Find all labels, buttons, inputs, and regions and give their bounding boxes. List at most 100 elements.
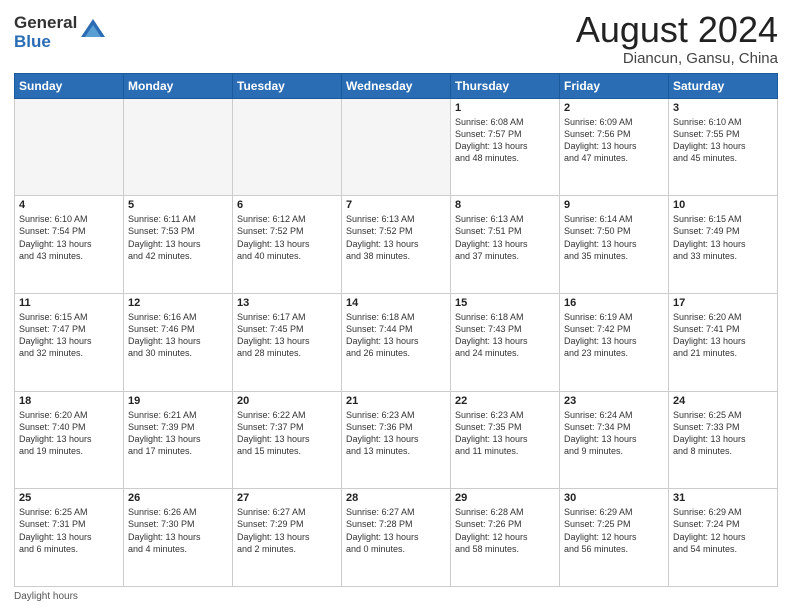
day-info: Sunrise: 6:14 AM Sunset: 7:50 PM Dayligh…: [564, 213, 664, 262]
day-number: 9: [564, 199, 664, 211]
calendar-week-row: 11Sunrise: 6:15 AM Sunset: 7:47 PM Dayli…: [15, 293, 778, 391]
calendar-cell: 14 Sunrise: 6:18 AM Sunset: 7:44 PM Dayli…: [342, 293, 451, 391]
day-number: 30: [564, 492, 664, 504]
day-info: Sunrise: 6:20 AM Sunset: 7:40 PM Dayligh…: [19, 409, 119, 458]
day-info: Sunrise: 6:25 AM Sunset: 7:33 PM Dayligh…: [673, 409, 773, 458]
calendar-cell: 15Sunrise: 6:18 AM Sunset: 7:43 PM Dayli…: [451, 293, 560, 391]
day-info: Sunrise: 6:16 AM Sunset: 7:46 PM Dayligh…: [128, 311, 228, 360]
day-info: Sunrise: 6:18 AM Sunset: 7:43 PM Dayligh…: [455, 311, 555, 360]
day-info: Sunrise: 6:11 AM Sunset: 7:53 PM Dayligh…: [128, 213, 228, 262]
calendar-cell: 20Sunrise: 6:22 AM Sunset: 7:37 PM Dayli…: [233, 391, 342, 489]
day-info: Sunrise: 6:08 AM Sunset: 7:57 PM Dayligh…: [455, 116, 555, 165]
day-info: Sunrise: 6:17 AM Sunset: 7:45 PM Dayligh…: [237, 311, 337, 360]
day-number: 12: [128, 297, 228, 309]
day-info: Sunrise: 6:27 AM Sunset: 7:29 PM Dayligh…: [237, 506, 337, 555]
day-number: 29: [455, 492, 555, 504]
calendar-cell: 23Sunrise: 6:24 AM Sunset: 7:34 PM Dayli…: [560, 391, 669, 489]
day-number: 5: [128, 199, 228, 211]
day-info: Sunrise: 6:19 AM Sunset: 7:42 PM Dayligh…: [564, 311, 664, 360]
day-info: Sunrise: 6:26 AM Sunset: 7:30 PM Dayligh…: [128, 506, 228, 555]
day-info: Sunrise: 6:27 AM Sunset: 7:28 PM Dayligh…: [346, 506, 446, 555]
calendar-cell: [15, 98, 124, 196]
day-number: 21: [346, 395, 446, 407]
day-info: Sunrise: 6:13 AM Sunset: 7:51 PM Dayligh…: [455, 213, 555, 262]
calendar-cell: 8 Sunrise: 6:13 AM Sunset: 7:51 PM Daylig…: [451, 196, 560, 294]
calendar-cell: 28 Sunrise: 6:27 AM Sunset: 7:28 PM Dayli…: [342, 489, 451, 587]
calendar-cell: 6Sunrise: 6:12 AM Sunset: 7:52 PM Daylig…: [233, 196, 342, 294]
day-number: 3: [673, 102, 773, 114]
calendar-cell: [342, 98, 451, 196]
calendar-table: SundayMondayTuesdayWednesdayThursdayFrid…: [14, 73, 778, 587]
day-number: 25: [19, 492, 119, 504]
day-info: Sunrise: 6:21 AM Sunset: 7:39 PM Dayligh…: [128, 409, 228, 458]
day-number: 27: [237, 492, 337, 504]
calendar-cell: 30 Sunrise: 6:29 AM Sunset: 7:25 PM Dayli…: [560, 489, 669, 587]
day-number: 18: [19, 395, 119, 407]
calendar-cell: 18 Sunrise: 6:20 AM Sunset: 7:40 PM Dayli…: [15, 391, 124, 489]
calendar-cell: 1 Sunrise: 6:08 AM Sunset: 7:57 PM Daylig…: [451, 98, 560, 196]
day-number: 14: [346, 297, 446, 309]
day-number: 26: [128, 492, 228, 504]
day-number: 8: [455, 199, 555, 211]
calendar-week-row: 4 Sunrise: 6:10 AM Sunset: 7:54 PM Daylig…: [15, 196, 778, 294]
day-number: 4: [19, 199, 119, 211]
day-info: Sunrise: 6:23 AM Sunset: 7:36 PM Dayligh…: [346, 409, 446, 458]
logo: General Blue: [14, 14, 107, 51]
day-number: 22: [455, 395, 555, 407]
day-number: 6: [237, 199, 337, 211]
day-number: 31: [673, 492, 773, 504]
calendar-cell: 16 Sunrise: 6:19 AM Sunset: 7:42 PM Dayli…: [560, 293, 669, 391]
day-number: 20: [237, 395, 337, 407]
calendar-cell: 21 Sunrise: 6:23 AM Sunset: 7:36 PM Dayli…: [342, 391, 451, 489]
calendar-cell: 9 Sunrise: 6:14 AM Sunset: 7:50 PM Daylig…: [560, 196, 669, 294]
calendar-cell: 25Sunrise: 6:25 AM Sunset: 7:31 PM Dayli…: [15, 489, 124, 587]
calendar-cell: 31Sunrise: 6:29 AM Sunset: 7:24 PM Dayli…: [669, 489, 778, 587]
calendar-cell: 22 Sunrise: 6:23 AM Sunset: 7:35 PM Dayli…: [451, 391, 560, 489]
calendar-week-row: 18 Sunrise: 6:20 AM Sunset: 7:40 PM Dayli…: [15, 391, 778, 489]
day-number: 19: [128, 395, 228, 407]
calendar-cell: [233, 98, 342, 196]
day-number: 28: [346, 492, 446, 504]
calendar-header-row: SundayMondayTuesdayWednesdayThursdayFrid…: [15, 73, 778, 98]
calendar-cell: 4 Sunrise: 6:10 AM Sunset: 7:54 PM Daylig…: [15, 196, 124, 294]
calendar-cell: 24 Sunrise: 6:25 AM Sunset: 7:33 PM Dayli…: [669, 391, 778, 489]
day-info: Sunrise: 6:18 AM Sunset: 7:44 PM Dayligh…: [346, 311, 446, 360]
calendar-cell: 19 Sunrise: 6:21 AM Sunset: 7:39 PM Dayli…: [124, 391, 233, 489]
day-info: Sunrise: 6:24 AM Sunset: 7:34 PM Dayligh…: [564, 409, 664, 458]
day-number: 2: [564, 102, 664, 114]
page: General Blue August 2024 Diancun, Gansu,…: [0, 0, 792, 612]
day-number: 16: [564, 297, 664, 309]
calendar-cell: 7 Sunrise: 6:13 AM Sunset: 7:52 PM Daylig…: [342, 196, 451, 294]
day-info: Sunrise: 6:13 AM Sunset: 7:52 PM Dayligh…: [346, 213, 446, 262]
day-info: Sunrise: 6:10 AM Sunset: 7:54 PM Dayligh…: [19, 213, 119, 262]
weekday-header-monday: Monday: [124, 73, 233, 98]
weekday-header-sunday: Sunday: [15, 73, 124, 98]
calendar-week-row: 25Sunrise: 6:25 AM Sunset: 7:31 PM Dayli…: [15, 489, 778, 587]
day-info: Sunrise: 6:15 AM Sunset: 7:49 PM Dayligh…: [673, 213, 773, 262]
calendar-cell: 12 Sunrise: 6:16 AM Sunset: 7:46 PM Dayli…: [124, 293, 233, 391]
calendar-cell: 26 Sunrise: 6:26 AM Sunset: 7:30 PM Dayli…: [124, 489, 233, 587]
logo-icon: [79, 17, 107, 45]
footer-note: Daylight hours: [14, 591, 778, 602]
day-info: Sunrise: 6:29 AM Sunset: 7:25 PM Dayligh…: [564, 506, 664, 555]
day-number: 17: [673, 297, 773, 309]
day-info: Sunrise: 6:10 AM Sunset: 7:55 PM Dayligh…: [673, 116, 773, 165]
calendar-cell: 27 Sunrise: 6:27 AM Sunset: 7:29 PM Dayli…: [233, 489, 342, 587]
calendar-cell: 3 Sunrise: 6:10 AM Sunset: 7:55 PM Daylig…: [669, 98, 778, 196]
calendar-cell: 13Sunrise: 6:17 AM Sunset: 7:45 PM Dayli…: [233, 293, 342, 391]
logo-blue-text: Blue: [14, 33, 77, 52]
weekday-header-saturday: Saturday: [669, 73, 778, 98]
weekday-header-tuesday: Tuesday: [233, 73, 342, 98]
day-number: 1: [455, 102, 555, 114]
day-number: 24: [673, 395, 773, 407]
location: Diancun, Gansu, China: [576, 50, 778, 67]
day-number: 7: [346, 199, 446, 211]
month-year: August 2024: [576, 10, 778, 50]
calendar-week-row: 1 Sunrise: 6:08 AM Sunset: 7:57 PM Daylig…: [15, 98, 778, 196]
day-info: Sunrise: 6:23 AM Sunset: 7:35 PM Dayligh…: [455, 409, 555, 458]
day-info: Sunrise: 6:09 AM Sunset: 7:56 PM Dayligh…: [564, 116, 664, 165]
weekday-header-wednesday: Wednesday: [342, 73, 451, 98]
weekday-header-friday: Friday: [560, 73, 669, 98]
calendar-cell: 5 Sunrise: 6:11 AM Sunset: 7:53 PM Daylig…: [124, 196, 233, 294]
calendar-cell: 2 Sunrise: 6:09 AM Sunset: 7:56 PM Daylig…: [560, 98, 669, 196]
